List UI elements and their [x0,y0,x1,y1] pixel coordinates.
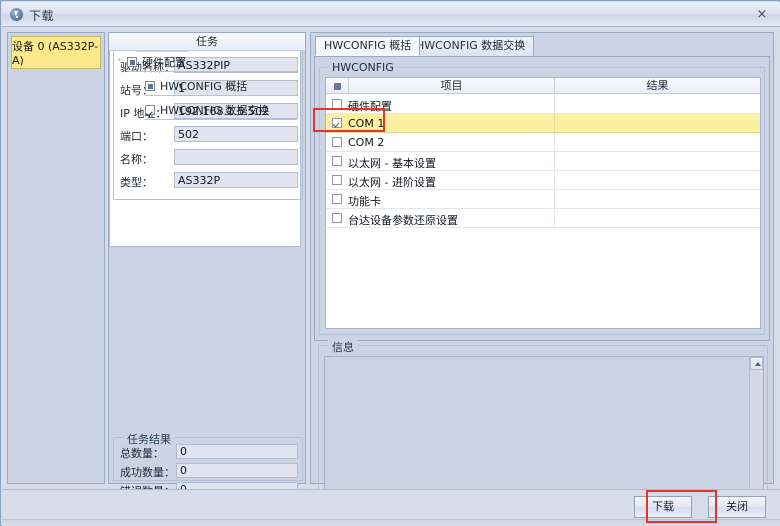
result-total: 总数量： 0 [120,444,298,460]
tab-strip: HWCONFIG 概括 HWCONFIG 数据交换 [311,36,773,57]
title-bar: 下载 × [2,2,780,27]
status-bar [2,519,780,524]
tree-node-label: HWCONFIG 数据交换 [160,104,270,117]
info-group-title: 信息 [328,339,358,355]
scroll-up-arrow-icon[interactable] [750,357,763,370]
close-icon[interactable]: × [754,7,770,23]
result-label: 成功数量： [120,466,175,479]
grid-header-item: 项目 [440,79,463,92]
success-count-value: 0 [176,463,298,478]
result-success: 成功数量： 0 [120,463,298,479]
hwconfig-panel: HWCONFIG 概括 HWCONFIG 数据交换 HWCONFIG 项目 结果… [310,32,774,511]
grid-header-row: 项目 结果 [326,78,760,94]
download-circle-icon [10,8,23,21]
hwconfig-tab-page: HWCONFIG 项目 结果 硬件配置 COM 1 COM 2 以太网 - 基本… [314,56,770,341]
tree-divider [127,71,297,72]
window-title: 下载 [29,9,55,23]
row-separator [554,95,555,113]
device-list-item[interactable]: 设备 0 (AS332P-A) [11,36,101,69]
tab-hwconfig-data-exchange[interactable]: HWCONFIG 数据交换 [407,36,535,56]
field-type: 类型： AS332P [120,172,298,189]
task-result-group: 任务结果 总数量： 0 成功数量： 0 错误数量： 0 [113,431,303,498]
row-separator [554,114,555,132]
row-label: 以太网 - 进阶设置 [348,176,436,189]
tree-node-label: 硬件配置 [142,56,186,69]
result-label: 总数量： [120,447,164,460]
checkbox-checked-icon[interactable] [145,105,155,115]
row-label: COM 2 [348,136,385,149]
row-checkbox-icon[interactable] [332,156,342,166]
field-name: 名称： [120,149,298,166]
tree-divider [145,119,297,120]
grid-header-result: 结果 [646,79,669,92]
name-input[interactable] [174,149,298,165]
row-checkbox-icon[interactable] [332,194,342,204]
table-row[interactable]: 功能卡 [326,190,760,209]
field-label: 类型： [120,176,153,189]
type-input[interactable]: AS332P [174,172,298,188]
info-textarea[interactable] [324,356,764,504]
total-count-value: 0 [176,444,298,459]
download-dialog: 下载 × 设备 0 (AS332P-A) ▾ 通讯设置 驱动名称： AS332P… [0,0,780,526]
hwconfig-group-title: HWCONFIG [328,61,398,74]
field-label: 端口： [120,130,153,143]
table-row[interactable]: 硬件配置 [326,95,760,114]
table-row[interactable]: 以太网 - 进阶设置 [326,171,760,190]
row-checkbox-icon[interactable] [332,213,342,223]
row-separator [554,133,555,151]
info-scrollbar[interactable] [749,357,763,503]
dialog-body: 设备 0 (AS332P-A) ▾ 通讯设置 驱动名称： AS332PIP 站号… [2,27,780,511]
settings-panel: ▾ 通讯设置 驱动名称： AS332PIP 站号： 1 IP 地址： 192.1… [108,32,306,498]
checkbox-partial-icon[interactable] [127,57,137,67]
tab-hwconfig-overview[interactable]: HWCONFIG 概括 [315,36,421,56]
row-label: COM 1 [348,117,385,130]
select-all-icon[interactable] [333,82,341,90]
hwconfig-group: HWCONFIG 项目 结果 硬件配置 COM 1 COM 2 以太网 - 基本… [319,61,765,335]
tree-node-hwconfig-overview[interactable]: HWCONFIG 概括 [145,77,247,95]
tree-divider [145,95,297,96]
hwconfig-item-grid: 项目 结果 硬件配置 COM 1 COM 2 以太网 - 基本设置 以太网 - … [325,77,761,329]
row-separator [554,152,555,170]
table-row[interactable]: 以太网 - 基本设置 [326,152,760,171]
table-row[interactable]: COM 2 [326,133,760,152]
row-label: 台达设备参数还原设置 [348,214,458,227]
field-label: 名称： [120,153,153,166]
field-port: 端口： 502 [120,126,298,143]
download-button[interactable]: 下载 [634,496,692,518]
grid-header-checkbox-cell[interactable] [326,78,348,93]
row-checkbox-icon[interactable] [332,99,342,109]
info-group: 信息 [318,339,768,511]
checkbox-partial-icon[interactable] [145,81,155,91]
row-separator [554,209,555,227]
task-panel-header: 任务 [109,33,305,51]
row-label: 以太网 - 基本设置 [348,157,436,170]
row-checkbox-icon[interactable] [332,137,342,147]
tree-node-hardware-config[interactable]: 硬件配置 [127,53,186,71]
row-label: 功能卡 [348,195,381,208]
row-separator [554,171,555,189]
row-checkbox-icon[interactable] [332,175,342,185]
row-checkbox-icon[interactable] [332,118,342,128]
tree-expander-icon[interactable]: - [115,56,124,66]
row-label: 硬件配置 [348,100,392,113]
row-separator [554,190,555,208]
table-row[interactable]: COM 1 [326,114,760,133]
close-button[interactable]: 关闭 [708,496,766,518]
port-input[interactable]: 502 [174,126,298,142]
tree-node-label: HWCONFIG 概括 [160,80,248,93]
device-list-panel: 设备 0 (AS332P-A) [7,32,105,484]
table-row[interactable]: 台达设备参数还原设置 [326,209,760,228]
tree-node-hwconfig-data-exchange[interactable]: HWCONFIG 数据交换 [145,101,269,119]
